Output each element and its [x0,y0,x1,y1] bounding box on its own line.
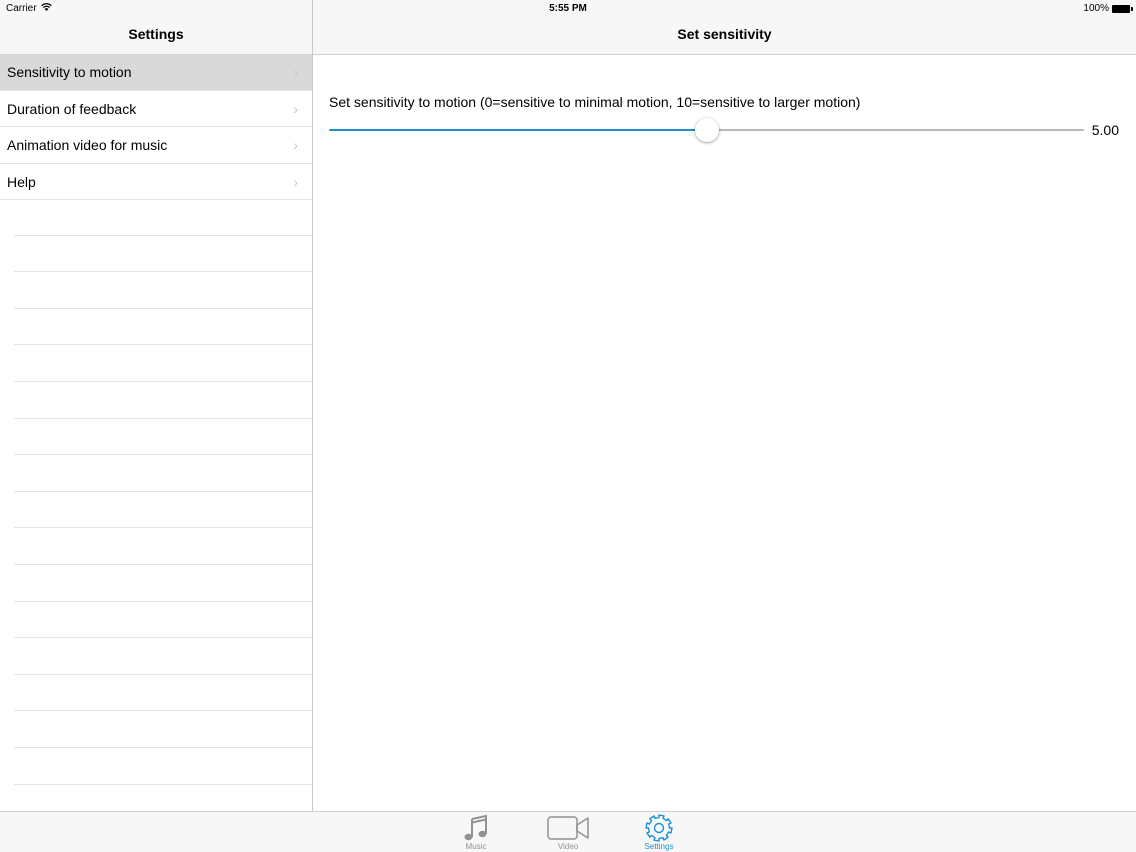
tab-label: Video [557,842,579,851]
chevron-right-icon: › [293,64,298,80]
empty-row [14,602,312,639]
slider-thumb[interactable] [694,118,719,142]
empty-row [14,309,312,346]
master-pane: Settings Sensitivity to motion › Duratio… [0,0,313,822]
empty-row [14,455,312,492]
settings-item-label: Duration of feedback [7,100,137,117]
settings-item-help[interactable]: Help › [0,164,312,200]
empty-row [14,638,312,675]
empty-row [14,711,312,748]
master-title: Settings [128,26,184,42]
detail-pane: Set sensitivity Set sensitivity to motio… [313,0,1136,811]
tab-bar: Music Video Settings [0,811,1136,852]
detail-title: Set sensitivity [677,26,772,42]
tab-music[interactable]: Music [441,812,511,852]
battery-percent: 100% [1083,3,1109,14]
ipad-screen: Settings Sensitivity to motion › Duratio… [0,0,1136,852]
status-time: 5:55 PM [549,3,587,14]
empty-row [14,528,312,565]
settings-item-animation-video[interactable]: Animation video for music › [0,127,312,164]
chevron-right-icon: › [293,137,298,153]
tab-label: Settings [644,842,674,851]
empty-row [14,236,312,273]
video-camera-icon [533,813,603,843]
sensitivity-slider[interactable] [329,118,1084,142]
empty-row [14,345,312,382]
empty-table-rows [14,199,312,822]
empty-row [14,748,312,785]
slider-value: 5.00 [1091,122,1119,138]
slider-fill [329,129,707,131]
empty-row [14,675,312,712]
settings-item-label: Help [7,173,36,190]
tab-video[interactable]: Video [533,812,603,852]
tab-settings[interactable]: Settings [624,812,694,852]
tab-label: Music [465,842,487,851]
sensitivity-description: Set sensitivity to motion (0=sensitive t… [329,94,861,110]
gear-icon [624,813,694,843]
battery-icon [1112,4,1133,13]
empty-row [14,272,312,309]
settings-item-label: Animation video for music [7,137,168,153]
chevron-right-icon: › [293,173,298,190]
empty-row [14,382,312,419]
settings-item-sensitivity[interactable]: Sensitivity to motion › [0,54,312,91]
empty-row [14,565,312,602]
battery-indicator: 100% [1083,3,1133,14]
status-bar: Carrier 5:55 PM 100% [0,0,1136,18]
empty-row [14,492,312,529]
settings-item-duration[interactable]: Duration of feedback › [0,91,312,127]
empty-row [14,419,312,456]
empty-row [14,199,312,236]
music-note-icon [441,813,511,843]
settings-item-label: Sensitivity to motion [7,64,132,80]
chevron-right-icon: › [293,100,298,117]
settings-list: Sensitivity to motion › Duration of feed… [0,54,312,200]
